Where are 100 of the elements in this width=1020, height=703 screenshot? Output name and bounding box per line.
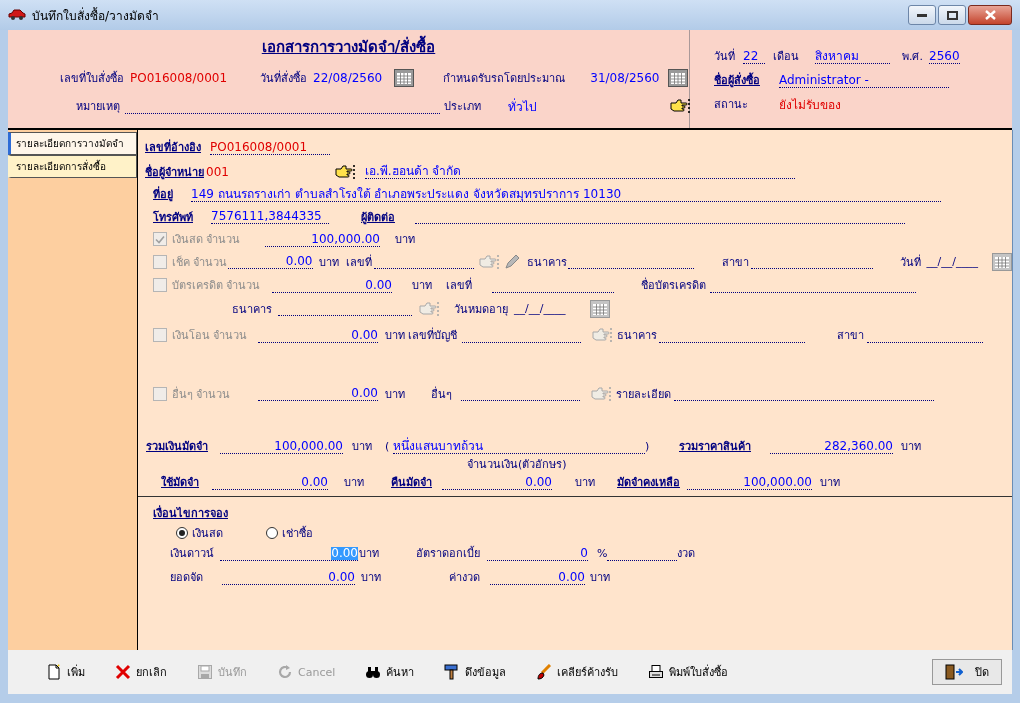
label-text: สาขา (836, 328, 865, 344)
label-text: บาท (344, 475, 365, 491)
field-value: 001 (206, 164, 230, 179)
input-field[interactable]: 0.00 (490, 569, 585, 585)
minimize-button[interactable] (908, 5, 936, 25)
label-text: ธนาคาร (232, 301, 273, 318)
label-text: ชื่อบัตรเครดิต (641, 276, 706, 294)
label-text: __/__/____ (514, 302, 567, 315)
input-field[interactable]: เอ.พี.ฮอนด้า จำกัด (365, 164, 795, 179)
checkbox-label: เช็ค จำนวน (172, 254, 228, 271)
field-link[interactable]: ผู้ติดต่อ (361, 207, 406, 226)
label-text: อื่นๆ (431, 385, 453, 403)
radio-label: เงินสด (192, 525, 223, 542)
label-text: บาท (590, 570, 611, 586)
field-link[interactable]: ใช้มัดจำ (161, 473, 201, 491)
minimize-icon (917, 13, 927, 17)
input-field[interactable]: 2560 (929, 48, 960, 64)
input-field[interactable]: 0.00 (258, 327, 378, 343)
input-field[interactable]: 0 (487, 545, 588, 561)
binoculars-icon (365, 664, 382, 680)
label-text: ) (645, 439, 651, 453)
toolbar-button[interactable]: ดึงข้อมูล (436, 661, 515, 683)
pointing-hand-icon[interactable] (335, 163, 355, 180)
car-icon (8, 9, 26, 21)
label-text: เดือน (773, 49, 800, 65)
maximize-icon (946, 10, 958, 20)
close-icon (984, 10, 996, 20)
label-text: ค่างวด (449, 570, 481, 586)
input-field[interactable]: 0.00 (222, 569, 355, 585)
label-text: บาท (385, 386, 406, 403)
input-field[interactable]: 149 ถนนรถรางเก่า ตำบลสำโรงใต้ อำเภอพระประแดง จังหวัดสมุทรปราการ 10130 (191, 186, 941, 202)
label-text: เลขที่ใบสั่งซื้อ (60, 69, 125, 87)
label-text: กำหนดรับรถโดยประมาณ (443, 71, 567, 87)
label-text: พ.ศ. (902, 49, 924, 65)
radio-button[interactable] (176, 526, 188, 539)
label-text: บาท (361, 570, 382, 586)
label-text: บาท (575, 475, 596, 491)
toolbar-button[interactable]: ยกเลิก (107, 661, 175, 683)
input-field[interactable]: 0.00 (442, 474, 552, 490)
input-field[interactable]: 22 (743, 48, 765, 64)
input-field[interactable]: หนึ่งแสนบาทถ้วน (393, 438, 645, 454)
label-text: บาท เลขที่บัญชี (385, 326, 458, 344)
cross-icon (115, 664, 131, 680)
exit-door-icon (945, 664, 963, 680)
calendar-icon[interactable] (394, 69, 415, 87)
input-field[interactable]: 0.00 (212, 474, 328, 490)
input-field[interactable]: 100,000.00 (265, 231, 380, 247)
toolbar-button[interactable]: เคลียร์ค้างรับ (528, 661, 627, 683)
calendar-icon[interactable] (668, 69, 689, 87)
label-text: เงินดาวน์ (170, 546, 215, 562)
field-link[interactable]: ชื่อผู้สั่งซื้อ (714, 71, 774, 89)
page-icon (46, 664, 62, 680)
close-button[interactable] (968, 5, 1012, 25)
label-text: บาท (820, 475, 841, 491)
input-field[interactable]: 0.00 (272, 277, 392, 293)
label-text: วันที่สั่งซื้อ (260, 69, 309, 87)
field-link[interactable]: คืนมัดจำ (391, 473, 436, 491)
label-text: วันที่ (899, 253, 922, 271)
close-button[interactable]: ปิด (932, 659, 1002, 685)
pointing-hand-icon[interactable] (670, 98, 690, 114)
field-value: 31/08/2560 (590, 71, 660, 85)
label-text: สถานะ (714, 97, 749, 113)
input-field[interactable]: 100,000.00 (687, 474, 812, 490)
maximize-button[interactable] (938, 5, 966, 25)
input-field[interactable]: Administrator - (779, 72, 949, 88)
label-text: ธนาคาร (526, 254, 567, 271)
tab[interactable]: รายละเอียดการสั่งซื้อ (8, 155, 137, 178)
field-link[interactable]: รวมราคาสินค้า (679, 437, 764, 455)
input-field[interactable]: สิงหาคม (815, 48, 890, 64)
input-field[interactable]: 0.00 (258, 386, 378, 401)
floppy-icon (197, 664, 213, 680)
label-text: บาท (352, 439, 373, 455)
checkbox-label: เงินโอน จำนวน (172, 328, 248, 344)
label-text: สาขา (721, 254, 750, 271)
tab[interactable]: รายละเอียดการวางมัดจำ (8, 132, 137, 155)
radio-button[interactable] (266, 526, 278, 539)
label-text: ธนาคาร (616, 328, 657, 344)
input-field[interactable]: PO016008/0001 (210, 139, 330, 155)
input-field[interactable]: 282,360.00 (770, 438, 893, 454)
field-link[interactable]: รวมเงินมัดจำ (146, 437, 216, 455)
input-field[interactable]: 0.00 (227, 254, 313, 269)
label-text: บาท (359, 546, 380, 562)
field-link[interactable]: เลขที่อ้างอิง (145, 138, 205, 156)
toolbar-button[interactable]: พิมพ์ใบสั่งซื้อ (640, 661, 737, 683)
input-field[interactable]: 7576111,3844335 (211, 209, 329, 224)
label-text: บาท (901, 439, 922, 455)
field-value: ยังไม่รับของ (779, 96, 842, 114)
field-link[interactable]: ชื่อผู้จำหน่าย (145, 162, 204, 181)
field-link[interactable]: โทรศัพท์ (153, 207, 198, 226)
checkbox-label: อื่นๆ จำนวน (172, 385, 231, 403)
field-link[interactable]: มัดจำคงเหลือ (617, 473, 682, 491)
section-title: เงื่อนไขการจอง (153, 504, 228, 522)
toolbar-button[interactable]: ค้นหา (357, 661, 423, 683)
label-text: อัตราดอกเบี้ย (416, 545, 481, 562)
field-value: PO016008/0001 (130, 71, 228, 85)
input-field[interactable]: 100,000.00 (220, 438, 343, 454)
label-text: งวด (677, 546, 697, 562)
field-link[interactable]: ที่อยู่ (153, 185, 183, 203)
toolbar-button[interactable]: เพิ่ม (38, 661, 93, 683)
hammer-icon (444, 664, 461, 680)
